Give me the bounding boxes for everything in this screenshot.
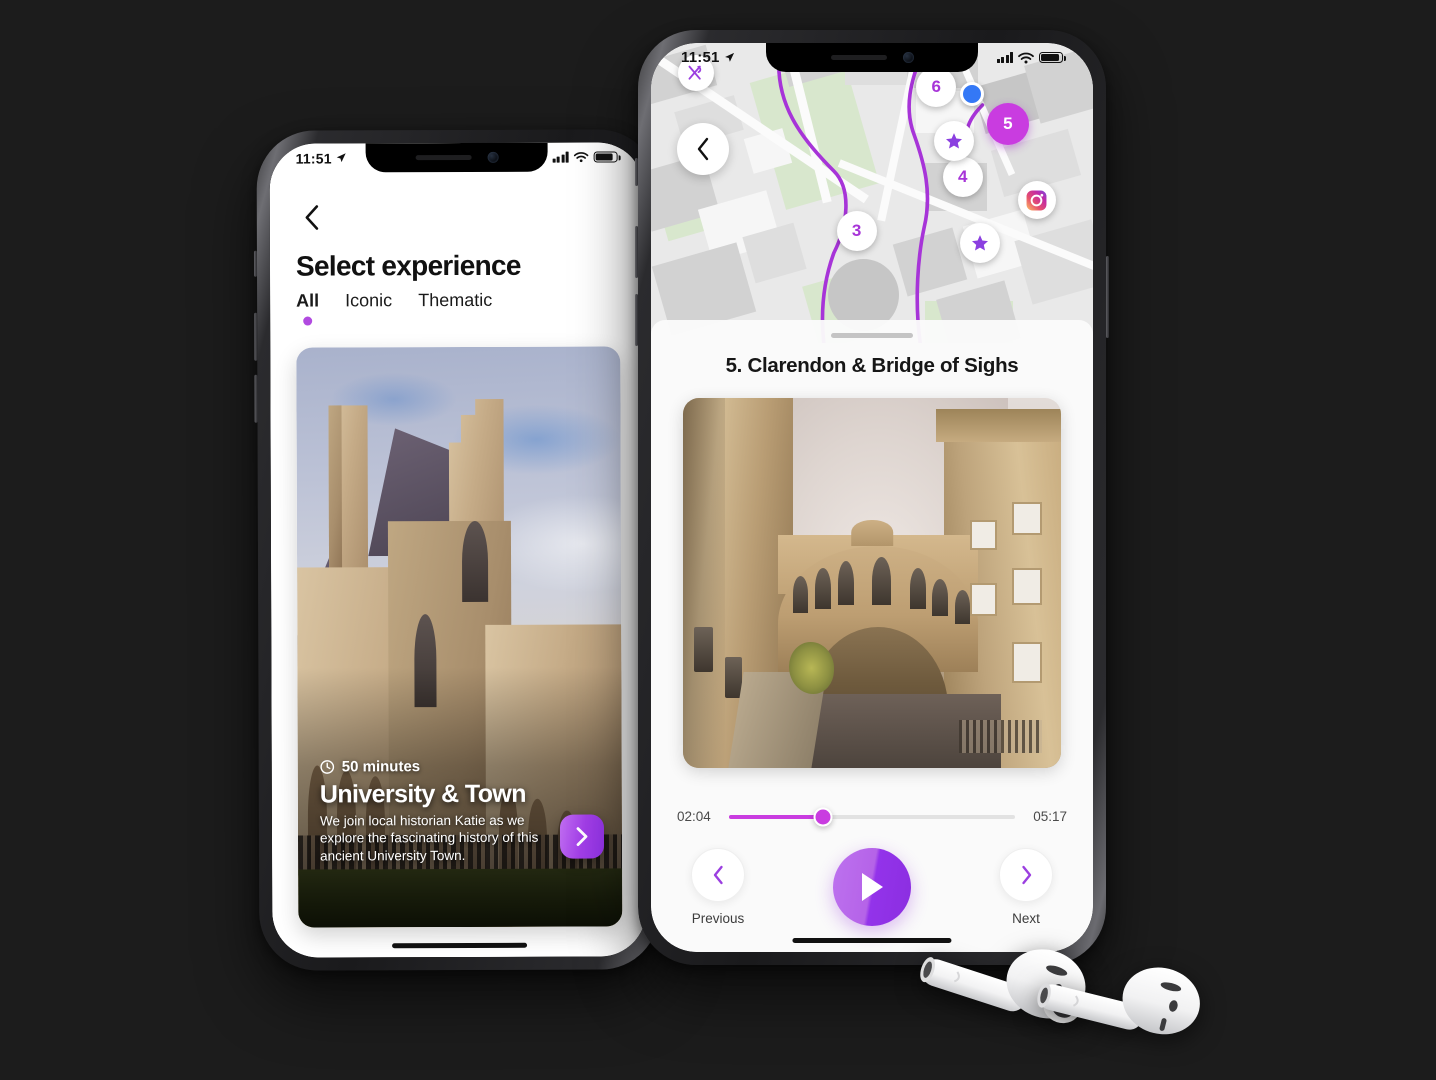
battery-icon [1039,51,1066,64]
statusbar-time-group: 11:51 [681,49,735,66]
chevron-left-icon [713,865,723,885]
statusbar-indicators [996,51,1066,64]
cellular-signal-icon [996,52,1013,63]
map-marker-3[interactable]: 3 [836,211,877,251]
chevron-left-icon [305,205,318,230]
scene: Select experience All Iconic Thematic 50… [0,0,1436,1080]
tour-map[interactable]: 3 4 5 6 [651,43,1093,343]
statusbar-indicators [552,151,618,163]
airpod-right [1037,967,1200,1035]
silence-switch[interactable] [253,250,258,277]
statusbar-time: 11:51 [295,149,332,167]
wifi-icon [573,152,589,163]
airpods [915,925,1215,1060]
select-experience-page: Select experience All Iconic Thematic 50… [269,142,647,958]
marker-label: 3 [851,221,862,240]
phone-left: Select experience All Iconic Thematic 50… [253,129,661,971]
left-screen: Select experience All Iconic Thematic 50… [269,142,647,958]
previous-label: Previous [691,911,745,926]
next-button[interactable]: Next [999,848,1053,926]
home-indicator[interactable] [792,938,952,943]
audio-player: 02:04 05:17 Previous Next [651,807,1093,926]
experience-card[interactable]: 50 minutes University & Town We join loc… [296,346,623,928]
sheet-drag-handle[interactable] [831,333,913,338]
left-notch [365,142,548,173]
front-camera [487,151,499,163]
play-button[interactable] [833,848,911,926]
progress-slider[interactable] [729,807,1015,826]
silence-switch[interactable] [635,158,638,186]
instagram-icon [1026,190,1047,210]
volume-down-button[interactable] [635,294,638,346]
progress-fill [729,814,824,819]
card-title: University & Town [319,779,526,809]
marker-label: 6 [931,77,941,96]
map-pin-star-1[interactable] [933,121,974,161]
map-marker-6[interactable]: 6 [916,67,957,107]
progress-knob[interactable] [813,807,833,826]
cellular-signal-icon [552,151,569,163]
tab-iconic[interactable]: Iconic [345,290,392,325]
front-camera [902,52,914,63]
map-marker-4[interactable]: 4 [942,157,983,197]
tab-all[interactable]: All [296,290,320,326]
battery-icon [593,151,618,163]
star-icon [972,235,989,251]
tab-iconic-label: Iconic [345,290,393,311]
earpiece-speaker [830,55,887,60]
star-icon [945,133,962,149]
total-time: 05:17 [1033,809,1067,824]
elapsed-time: 02:04 [677,809,711,824]
volume-up-button[interactable] [254,312,258,361]
volume-down-button[interactable] [254,374,258,423]
earpiece-speaker [415,154,472,161]
marker-label: 5 [1003,114,1013,133]
map-pin-instagram[interactable] [1017,181,1056,219]
play-icon [862,873,883,901]
stop-image [683,398,1061,768]
card-duration-label: 50 minutes [341,757,421,775]
clock-icon [320,759,335,774]
card-go-button[interactable] [559,814,605,859]
map-back-button[interactable] [677,123,729,175]
volume-up-button[interactable] [635,226,638,278]
chevron-right-icon [576,827,587,846]
next-button-circle [999,848,1053,902]
chevron-right-icon [1021,865,1031,885]
location-arrow-icon [336,153,346,163]
marker-label: 4 [957,167,968,186]
experience-tabs: All Iconic Thematic [296,289,644,326]
right-screen: 3 4 5 6 5. Clarendon & Bridge of Sighs 0… [651,43,1093,952]
statusbar-time: 11:51 [681,49,720,66]
wifi-icon [1018,52,1034,63]
previous-button-circle [691,848,745,902]
page-title: Select experience [295,249,521,282]
next-label: Next [1012,911,1040,926]
tab-all-label: All [296,290,320,311]
previous-button[interactable]: Previous [691,848,745,926]
bridge-of-sighs-illustration [683,398,1061,768]
transport-controls: Previous Next [677,848,1067,926]
home-indicator[interactable] [392,942,527,949]
card-duration: 50 minutes [320,757,602,775]
statusbar-time-group: 11:51 [296,150,347,166]
progress-row: 02:04 05:17 [677,807,1067,826]
back-button[interactable] [294,200,328,234]
tab-thematic[interactable]: Thematic [418,290,492,325]
card-description: We join local historian Katie as we expl… [319,812,539,864]
chevron-left-icon [697,137,709,161]
location-arrow-icon [724,52,734,62]
map-marker-5-active[interactable]: 5 [986,103,1029,145]
stop-detail-sheet: 5. Clarendon & Bridge of Sighs 02:04 05:… [651,320,1093,952]
right-notch [766,43,978,72]
stop-title: 5. Clarendon & Bridge of Sighs [725,354,1019,377]
phone-right: 3 4 5 6 5. Clarendon & Bridge of Sighs 0… [635,30,1109,965]
power-button[interactable] [1106,256,1109,338]
tab-active-dot [303,316,313,326]
tab-thematic-label: Thematic [418,289,493,311]
